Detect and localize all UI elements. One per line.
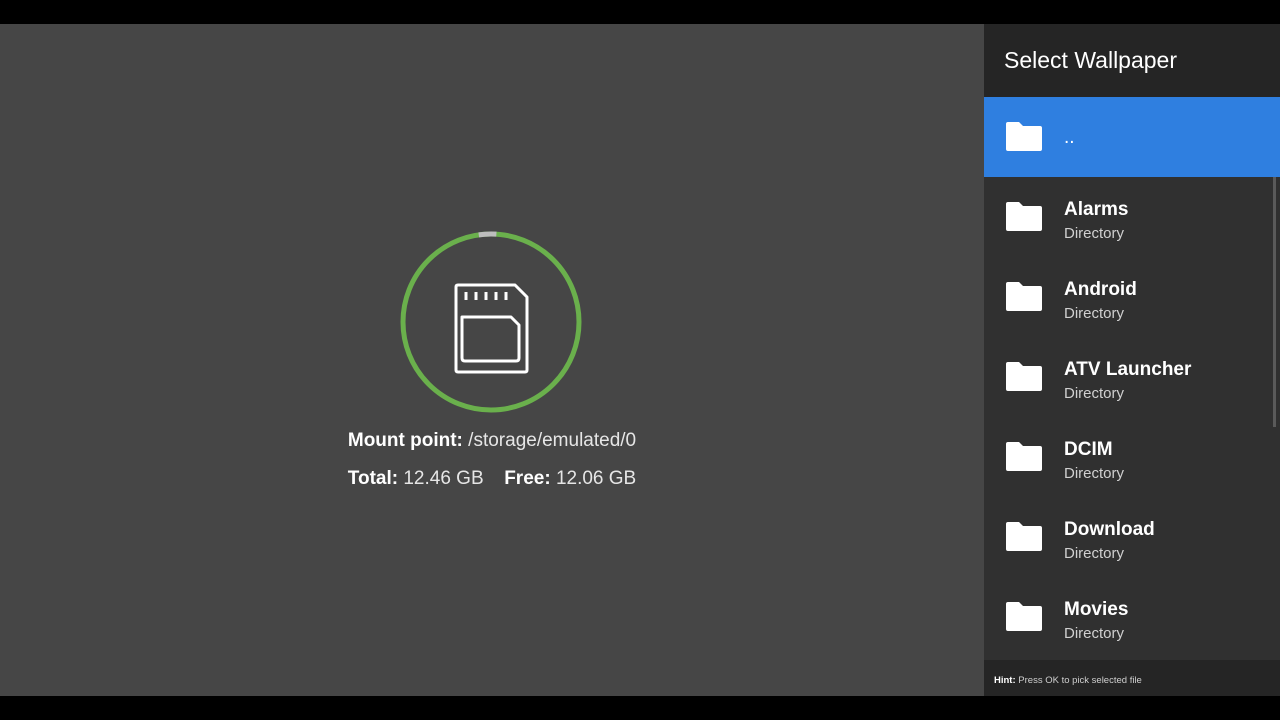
folder-icon xyxy=(1006,282,1042,311)
folder-icon xyxy=(1006,442,1042,471)
folder-icon xyxy=(1006,522,1042,551)
list-item-type: Directory xyxy=(1064,385,1125,402)
total-value: 12.46 GB xyxy=(403,468,484,489)
list-item-alarms[interactable]: Alarms Directory xyxy=(984,177,1280,257)
storage-usage-ring xyxy=(400,231,582,413)
folder-icon xyxy=(1006,202,1042,231)
list-item-type: Directory xyxy=(1064,465,1125,482)
list-item-name: Download xyxy=(1064,519,1155,540)
list-item-type: Directory xyxy=(1064,545,1125,562)
letterbox-top xyxy=(0,0,1280,24)
list-item-android[interactable]: Android Directory xyxy=(984,257,1280,337)
total-label: Total: xyxy=(347,468,399,489)
list-scrollbar[interactable] xyxy=(1273,177,1276,427)
list-item-name: Android xyxy=(1064,279,1137,300)
sd-card-icon xyxy=(454,283,529,374)
file-list[interactable]: .. Alarms Directory Android Directory AT… xyxy=(984,97,1280,660)
list-item-atv-launcher[interactable]: ATV Launcher Directory xyxy=(984,337,1280,417)
list-item-type: Directory xyxy=(1064,305,1125,322)
list-item-dcim[interactable]: DCIM Directory xyxy=(984,417,1280,497)
list-item-download[interactable]: Download Directory xyxy=(984,497,1280,577)
mount-point-label: Mount point: xyxy=(347,430,463,451)
folder-icon xyxy=(1006,602,1042,631)
hint-text: Hint: Press OK to pick selected file xyxy=(994,675,1142,686)
panel-header: Select Wallpaper xyxy=(984,24,1280,97)
list-item-parent-directory[interactable]: .. xyxy=(984,97,1280,177)
letterbox-bottom xyxy=(0,696,1280,720)
folder-icon xyxy=(1006,362,1042,391)
list-item-type: Directory xyxy=(1064,225,1125,242)
free-value: 12.06 GB xyxy=(555,468,637,489)
list-item-name: Alarms xyxy=(1064,199,1129,220)
select-wallpaper-panel: Select Wallpaper .. Alarms Directory And… xyxy=(984,24,1280,696)
list-item-movies[interactable]: Movies Directory xyxy=(984,577,1280,657)
hint-message: Press OK to pick selected file xyxy=(1018,675,1142,686)
mount-point-value: /storage/emulated/0 xyxy=(468,430,637,451)
storage-sizes: Total: 12.46 GB Free: 12.06 GB xyxy=(0,468,984,490)
hint-bar: Hint: Press OK to pick selected file xyxy=(984,660,1280,696)
list-item-name: .. xyxy=(1064,127,1075,148)
list-item-name: DCIM xyxy=(1064,439,1113,460)
list-item-name: ATV Launcher xyxy=(1064,359,1192,380)
hint-label: Hint: xyxy=(994,675,1016,686)
panel-title: Select Wallpaper xyxy=(1004,47,1178,73)
free-label: Free: xyxy=(504,468,551,489)
file-picker-screen: Mount point: /storage/emulated/0 Total: … xyxy=(0,24,1280,696)
storage-info: Mount point: /storage/emulated/0 Total: … xyxy=(0,24,984,696)
list-item-name: Movies xyxy=(1064,599,1129,620)
folder-icon xyxy=(1006,122,1042,151)
list-item-type: Directory xyxy=(1064,625,1125,642)
mount-point-text: Mount point: /storage/emulated/0 xyxy=(0,430,984,452)
